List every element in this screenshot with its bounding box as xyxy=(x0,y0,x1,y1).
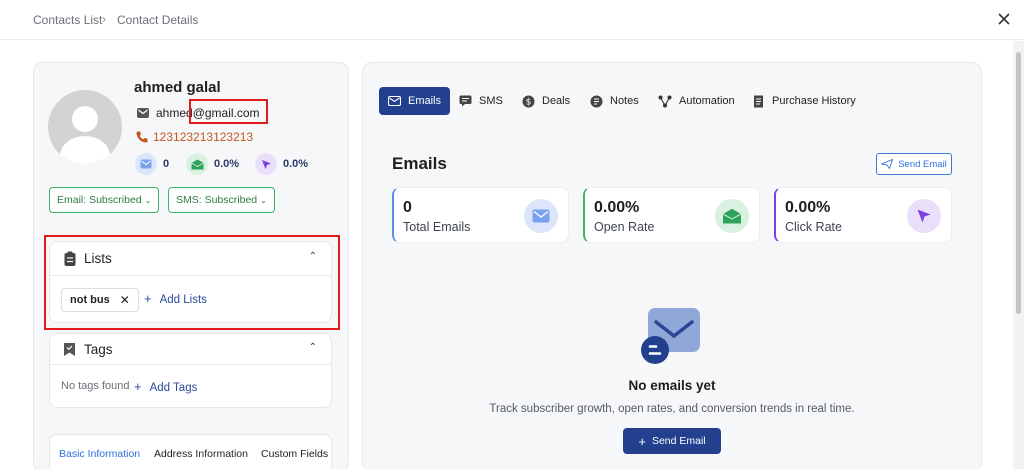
tab-purchase-history-label: Purchase History xyxy=(772,95,856,107)
stat-card-total-emails: 0 Total Emails xyxy=(392,187,569,243)
tab-deals[interactable]: $ Deals xyxy=(522,87,570,115)
stat-value: 0 xyxy=(403,199,412,216)
tag-bookmark-icon xyxy=(64,343,75,356)
empty-state-subtitle: Track subscriber growth, open rates, and… xyxy=(489,403,855,415)
svg-text:$: $ xyxy=(526,97,532,107)
stat-value: 0.00% xyxy=(594,199,640,216)
mini-stat-click-rate: 0.0% xyxy=(255,153,308,175)
tags-title: Tags xyxy=(84,342,113,357)
contact-name: ahmed galal xyxy=(134,79,221,96)
mini-stat-emails-value: 0 xyxy=(163,158,170,170)
add-lists-label: Add Lists xyxy=(159,294,207,306)
send-email-button[interactable]: Send Email xyxy=(876,153,952,175)
tab-notes[interactable]: Notes xyxy=(590,87,639,115)
tab-deals-label: Deals xyxy=(542,95,571,107)
notes-icon xyxy=(590,95,603,107)
tab-emails[interactable]: Emails xyxy=(379,87,451,115)
phone-icon xyxy=(136,131,148,143)
send-email-button-label: Send Email xyxy=(898,158,947,170)
plus-icon: + xyxy=(638,433,646,449)
stat-card-open-rate: 0.00% Open Rate xyxy=(583,187,760,243)
mail-icon xyxy=(524,199,558,233)
mail-icon xyxy=(135,153,157,175)
stat-value: 0.00% xyxy=(785,199,831,216)
contact-email: ahmed@gmail.com xyxy=(156,106,260,120)
chevron-up-icon[interactable]: ⌃ xyxy=(309,251,317,262)
cursor-click-icon xyxy=(255,153,277,175)
workflow-icon xyxy=(658,95,672,107)
tab-custom-fields[interactable]: Custom Fields xyxy=(261,448,328,460)
tab-emails-label: Emails xyxy=(408,95,442,107)
sms-subscription-label: SMS: Subscribed xyxy=(176,194,258,206)
info-tabs: Basic Information Address Information Cu… xyxy=(49,434,332,469)
top-bar: Contacts List › Contact Details xyxy=(0,0,1024,40)
empty-state-send-email-label: Send Email xyxy=(651,435,706,447)
lists-title: Lists xyxy=(84,251,112,266)
avatar xyxy=(48,90,122,164)
tab-purchase-history[interactable]: Purchase History xyxy=(752,87,856,115)
stat-card-click-rate: 0.00% Click Rate xyxy=(774,187,952,243)
stat-label: Click Rate xyxy=(785,220,842,234)
mail-icon xyxy=(388,96,401,106)
mini-stat-open-rate-value: 0.0% xyxy=(214,158,240,170)
mini-stat-emails: 0 xyxy=(135,153,169,175)
tab-basic-information[interactable]: Basic Information xyxy=(59,448,140,460)
plus-icon: + xyxy=(144,291,152,306)
list-chip-label: not bus xyxy=(70,294,110,306)
tags-card: Tags ⌃ No tags found + Add Tags xyxy=(49,333,332,408)
user-silhouette-icon xyxy=(60,106,110,164)
breadcrumb-parent[interactable]: Contacts List xyxy=(33,13,102,27)
receipt-icon xyxy=(754,95,763,107)
send-mail-icon xyxy=(881,159,894,169)
lists-card: Lists ⌃ not bus ✕ + Add Lists xyxy=(49,241,332,323)
sms-subscription-dropdown[interactable]: SMS: Subscribed ⌄ xyxy=(168,187,275,213)
mini-stat-open-rate: 0.0% xyxy=(186,153,239,175)
stat-label: Open Rate xyxy=(594,220,655,234)
email-subscription-dropdown[interactable]: Email: Subscribed ⌄ xyxy=(49,187,160,213)
tab-automation-label: Automation xyxy=(679,95,735,107)
empty-mailbox-icon xyxy=(641,308,700,364)
close-icon[interactable] xyxy=(993,8,1015,30)
empty-state-title: No emails yet xyxy=(628,378,716,393)
breadcrumb-separator: › xyxy=(102,12,106,26)
scrollbar-thumb[interactable] xyxy=(1016,52,1021,314)
tab-automation[interactable]: Automation xyxy=(658,87,735,115)
empty-state-send-email-button[interactable]: + Send Email xyxy=(623,428,721,454)
tab-notes-label: Notes xyxy=(610,95,639,107)
tab-address-information[interactable]: Address Information xyxy=(154,448,248,460)
tab-sms[interactable]: SMS xyxy=(459,87,503,115)
email-subscription-label: Email: Subscribed xyxy=(57,194,142,206)
chevron-down-icon: ⌄ xyxy=(144,195,152,205)
tab-sms-label: SMS xyxy=(479,95,503,107)
divider xyxy=(50,364,331,365)
emails-section-title: Emails xyxy=(392,154,447,173)
chevron-up-icon[interactable]: ⌃ xyxy=(309,342,317,353)
list-chip: not bus ✕ xyxy=(61,288,139,312)
stat-label: Total Emails xyxy=(403,220,471,234)
open-envelope-icon xyxy=(715,199,749,233)
mini-stat-click-rate-value: 0.0% xyxy=(283,158,309,170)
add-lists-button[interactable]: + Add Lists xyxy=(144,291,207,306)
clipboard-list-icon xyxy=(64,251,76,266)
dollar-coin-icon: $ xyxy=(522,95,535,107)
chat-bubble-icon xyxy=(459,95,472,107)
chevron-down-icon: ⌄ xyxy=(260,195,267,205)
breadcrumb-current: Contact Details xyxy=(117,13,199,27)
email-icon xyxy=(137,108,149,118)
remove-chip-icon[interactable]: ✕ xyxy=(120,293,130,307)
divider xyxy=(50,275,331,276)
cursor-click-icon xyxy=(907,199,941,233)
contact-phone: 123123213123213 xyxy=(153,130,254,144)
open-envelope-icon xyxy=(186,153,208,175)
